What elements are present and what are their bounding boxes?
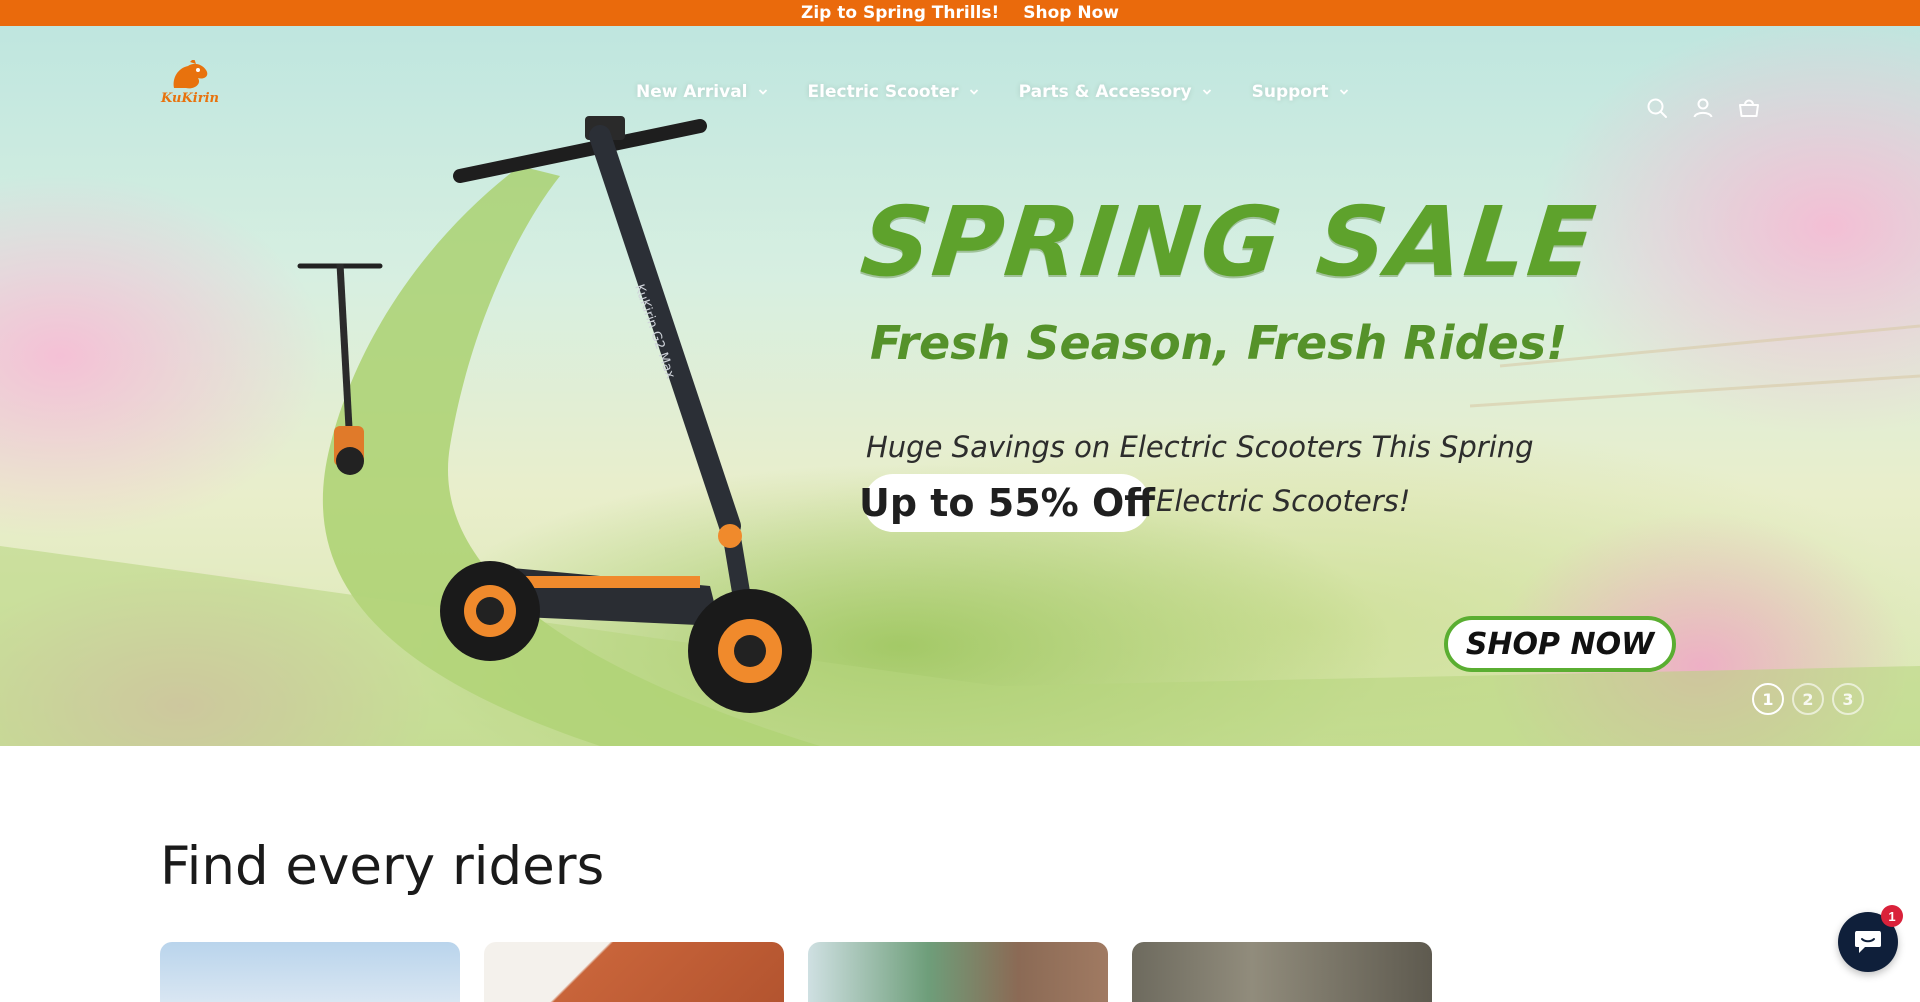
search-icon[interactable]: [1645, 96, 1669, 120]
scooter-illustration: KuKirin G2 Max: [440, 116, 812, 713]
site-header: KuKirin New Arrival Electric Scooter Par…: [0, 26, 1920, 136]
rider-card[interactable]: [808, 942, 1108, 1002]
brand-logo[interactable]: KuKirin: [158, 56, 222, 106]
chevron-down-icon: [969, 89, 978, 95]
slide-dot-2[interactable]: 2: [1792, 683, 1824, 715]
logo-text: KuKirin: [161, 91, 219, 106]
header-actions: [1645, 96, 1761, 120]
announcement-text: Zip to Spring Thrills!: [801, 3, 1000, 23]
slide-pagination: 1 2 3: [1752, 683, 1864, 715]
nav-item-label: Support: [1251, 82, 1329, 102]
chat-notification-badge: 1: [1881, 905, 1903, 927]
nav-item-new-arrival[interactable]: New Arrival: [636, 82, 768, 102]
chevron-down-icon: [1202, 89, 1211, 95]
cart-icon[interactable]: [1737, 96, 1761, 120]
chat-bubble-icon: [1855, 931, 1881, 953]
nav-item-parts-accessory[interactable]: Parts & Accessory: [1019, 82, 1212, 102]
nav-item-electric-scooter[interactable]: Electric Scooter: [808, 82, 979, 102]
small-scooter-illustration: [297, 263, 383, 475]
slide-dot-1[interactable]: 1: [1752, 683, 1784, 715]
account-icon[interactable]: [1691, 96, 1715, 120]
shop-now-button[interactable]: SHOP NOW: [1444, 616, 1676, 672]
hero-savings-text: Huge Savings on Electric Scooters This S…: [866, 430, 1534, 464]
nav-item-label: New Arrival: [636, 82, 748, 102]
slide-dot-3[interactable]: 3: [1832, 683, 1864, 715]
hero-subtitle: Fresh Season, Fresh Rides!: [870, 316, 1568, 370]
nav-item-label: Parts & Accessory: [1018, 82, 1192, 102]
rider-card[interactable]: [160, 942, 460, 1002]
nav-item-support[interactable]: Support: [1252, 82, 1349, 102]
chevron-down-icon: [758, 89, 767, 95]
announcement-bar: Zip to Spring Thrills! Shop Now: [0, 0, 1920, 26]
hero-title: SPRING SALE: [856, 186, 1602, 298]
section-title: Find every riders: [160, 836, 605, 897]
nav-item-label: Electric Scooter: [807, 82, 959, 102]
chevron-down-icon: [1339, 89, 1348, 95]
announcement-shop-link[interactable]: Shop Now: [1023, 3, 1119, 23]
rider-cards: [160, 942, 1432, 1002]
main-nav: New Arrival Electric Scooter Parts & Acc…: [636, 82, 1349, 102]
rider-card[interactable]: [1132, 942, 1432, 1002]
discount-suffix: Electric Scooters!: [1156, 484, 1411, 518]
discount-badge: Up to 55% Off: [859, 474, 1155, 532]
rider-card[interactable]: [484, 942, 784, 1002]
kukirin-logo-icon: [173, 60, 208, 89]
